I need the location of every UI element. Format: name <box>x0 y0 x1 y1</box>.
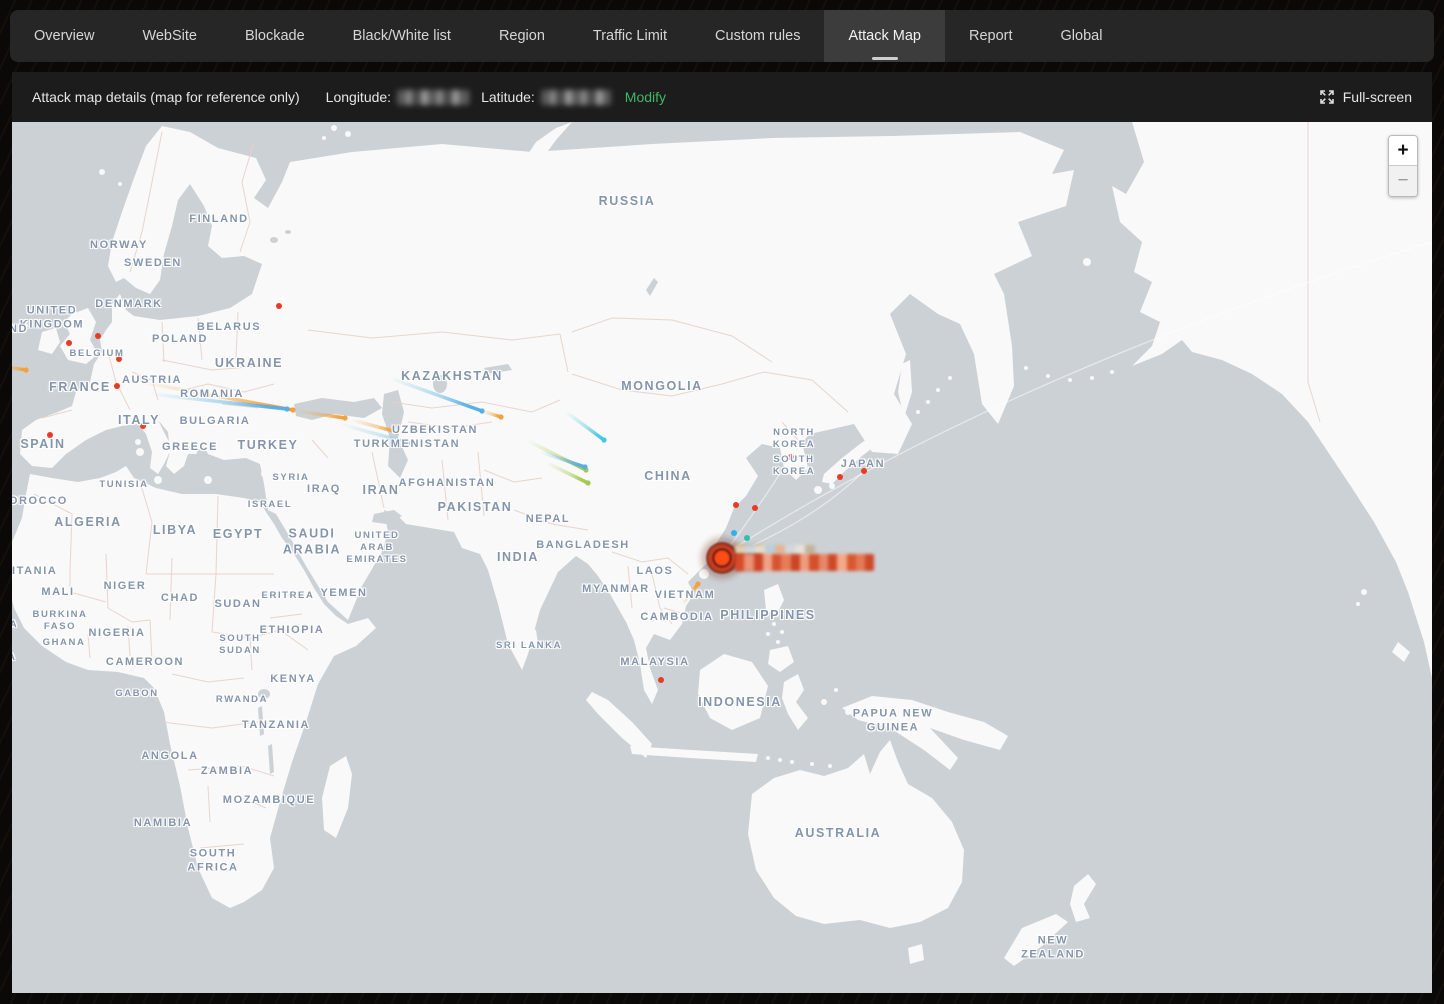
attack-dot <box>658 677 664 683</box>
fullscreen-button[interactable]: Full-screen <box>1319 89 1412 105</box>
fullscreen-label: Full-screen <box>1343 89 1412 105</box>
attack-dot <box>733 502 739 508</box>
latitude-value-redacted <box>541 90 611 105</box>
tab-overview[interactable]: Overview <box>10 10 118 62</box>
attack-dot <box>140 423 146 429</box>
attack-dot <box>744 535 750 541</box>
zoom-out-button[interactable]: − <box>1389 166 1417 196</box>
latitude-label: Latitude: <box>481 89 535 105</box>
attack-dot <box>276 303 282 309</box>
attack-dot <box>788 454 794 460</box>
attack-map-canvas[interactable]: RUSSIAFINLANDNORWAYSWEDENDENMARKUNITED K… <box>12 122 1432 993</box>
tab-black-white-list[interactable]: Black/White list <box>329 10 475 62</box>
map-toolbar: Attack map details (map for reference on… <box>12 72 1432 122</box>
tab-global[interactable]: Global <box>1037 10 1127 62</box>
attack-dot <box>752 505 758 511</box>
tab-website[interactable]: WebSite <box>118 10 221 62</box>
attack-dot <box>47 432 53 438</box>
attack-dot <box>861 468 867 474</box>
modify-link[interactable]: Modify <box>625 89 666 105</box>
top-navigation-bar: OverviewWebSiteBlockadeBlack/White listR… <box>10 10 1434 62</box>
longitude-value-redacted <box>397 90 469 105</box>
tab-traffic-limit[interactable]: Traffic Limit <box>569 10 691 62</box>
longitude-label: Longitude: <box>326 89 391 105</box>
tab-report[interactable]: Report <box>945 10 1037 62</box>
attack-dot <box>95 333 101 339</box>
tab-attack-map[interactable]: Attack Map <box>824 10 945 62</box>
toolbar-title: Attack map details (map for reference on… <box>32 89 300 105</box>
tab-custom-rules[interactable]: Custom rules <box>691 10 824 62</box>
attack-dot <box>116 356 122 362</box>
attack-dot <box>731 530 737 536</box>
map-zoom-control: + − <box>1388 135 1418 197</box>
world-map <box>12 122 1432 993</box>
attack-dot <box>837 474 843 480</box>
attack-dot <box>66 340 72 346</box>
redacted-attack-label <box>735 554 874 571</box>
redacted-attack-label <box>735 545 815 554</box>
tab-region[interactable]: Region <box>475 10 569 62</box>
tab-blockade[interactable]: Blockade <box>221 10 329 62</box>
zoom-in-button[interactable]: + <box>1389 136 1417 166</box>
fullscreen-icon <box>1319 89 1335 105</box>
attack-dot <box>114 383 120 389</box>
